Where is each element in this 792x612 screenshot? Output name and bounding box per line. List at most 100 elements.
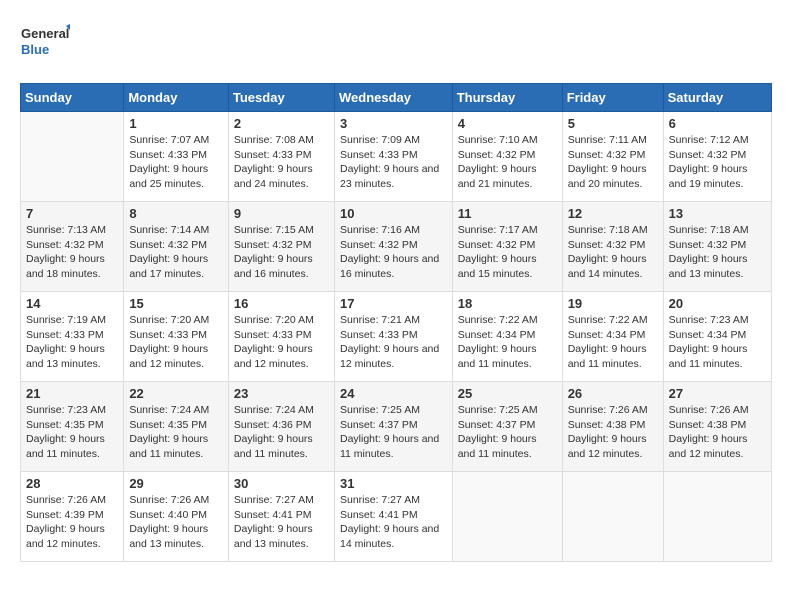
calendar-cell: 31 Sunrise: 7:27 AMSunset: 4:41 PMDayligh…	[334, 472, 452, 562]
calendar-cell	[663, 472, 771, 562]
day-number: 8	[129, 206, 223, 221]
calendar-cell: 4 Sunrise: 7:10 AMSunset: 4:32 PMDaylight…	[452, 112, 562, 202]
day-number: 15	[129, 296, 223, 311]
day-info: Sunrise: 7:09 AMSunset: 4:33 PMDaylight:…	[340, 133, 447, 192]
day-info: Sunrise: 7:15 AMSunset: 4:32 PMDaylight:…	[234, 223, 329, 282]
day-info: Sunrise: 7:10 AMSunset: 4:32 PMDaylight:…	[458, 133, 557, 192]
day-number: 1	[129, 116, 223, 131]
day-info: Sunrise: 7:07 AMSunset: 4:33 PMDaylight:…	[129, 133, 223, 192]
calendar-cell: 12Sunrise: 7:18 AMSunset: 4:32 PMDayligh…	[562, 202, 663, 292]
calendar-cell: 24 Sunrise: 7:25 AMSunset: 4:37 PMDayligh…	[334, 382, 452, 472]
logo-svg: General Blue	[20, 20, 70, 60]
top-row: General Blue	[20, 20, 772, 75]
calendar-cell	[21, 112, 124, 202]
calendar-week-4: 28 Sunrise: 7:26 AMSunset: 4:39 PMDayligh…	[21, 472, 772, 562]
day-info: Sunrise: 7:18 AMSunset: 4:32 PMDaylight:…	[669, 223, 766, 282]
calendar-cell: 7 Sunrise: 7:13 AMSunset: 4:32 PMDaylight…	[21, 202, 124, 292]
day-number: 21	[26, 386, 118, 401]
calendar-cell: 27 Sunrise: 7:26 AMSunset: 4:38 PMDayligh…	[663, 382, 771, 472]
day-info: Sunrise: 7:26 AMSunset: 4:38 PMDaylight:…	[568, 403, 658, 462]
day-number: 5	[568, 116, 658, 131]
day-info: Sunrise: 7:27 AMSunset: 4:41 PMDaylight:…	[340, 493, 447, 552]
day-number: 7	[26, 206, 118, 221]
calendar-cell: 3 Sunrise: 7:09 AMSunset: 4:33 PMDaylight…	[334, 112, 452, 202]
calendar-cell: 1 Sunrise: 7:07 AMSunset: 4:33 PMDaylight…	[124, 112, 229, 202]
calendar-cell: 28 Sunrise: 7:26 AMSunset: 4:39 PMDayligh…	[21, 472, 124, 562]
day-info: Sunrise: 7:26 AMSunset: 4:38 PMDaylight:…	[669, 403, 766, 462]
day-info: Sunrise: 7:13 AMSunset: 4:32 PMDaylight:…	[26, 223, 118, 282]
day-number: 11	[458, 206, 557, 221]
day-number: 17	[340, 296, 447, 311]
calendar-cell: 26 Sunrise: 7:26 AMSunset: 4:38 PMDayligh…	[562, 382, 663, 472]
calendar-cell: 30 Sunrise: 7:27 AMSunset: 4:41 PMDayligh…	[228, 472, 334, 562]
day-info: Sunrise: 7:27 AMSunset: 4:41 PMDaylight:…	[234, 493, 329, 552]
calendar-cell: 10 Sunrise: 7:16 AMSunset: 4:32 PMDayligh…	[334, 202, 452, 292]
header-day-monday: Monday	[124, 84, 229, 112]
day-info: Sunrise: 7:11 AMSunset: 4:32 PMDaylight:…	[568, 133, 658, 192]
day-number: 22	[129, 386, 223, 401]
calendar-cell: 6Sunrise: 7:12 AMSunset: 4:32 PMDaylight…	[663, 112, 771, 202]
calendar-cell: 25 Sunrise: 7:25 AMSunset: 4:37 PMDayligh…	[452, 382, 562, 472]
header-day-wednesday: Wednesday	[334, 84, 452, 112]
calendar-cell: 2Sunrise: 7:08 AMSunset: 4:33 PMDaylight…	[228, 112, 334, 202]
day-info: Sunrise: 7:21 AMSunset: 4:33 PMDaylight:…	[340, 313, 447, 372]
logo: General Blue	[20, 20, 76, 65]
day-info: Sunrise: 7:20 AMSunset: 4:33 PMDaylight:…	[234, 313, 329, 372]
calendar-cell: 19Sunrise: 7:22 AMSunset: 4:34 PMDayligh…	[562, 292, 663, 382]
day-number: 20	[669, 296, 766, 311]
day-info: Sunrise: 7:25 AMSunset: 4:37 PMDaylight:…	[340, 403, 447, 462]
calendar-week-1: 7 Sunrise: 7:13 AMSunset: 4:32 PMDaylight…	[21, 202, 772, 292]
calendar-cell: 14Sunrise: 7:19 AMSunset: 4:33 PMDayligh…	[21, 292, 124, 382]
calendar-cell: 20Sunrise: 7:23 AMSunset: 4:34 PMDayligh…	[663, 292, 771, 382]
day-number: 27	[669, 386, 766, 401]
day-info: Sunrise: 7:17 AMSunset: 4:32 PMDaylight:…	[458, 223, 557, 282]
header-day-friday: Friday	[562, 84, 663, 112]
calendar-cell: 5 Sunrise: 7:11 AMSunset: 4:32 PMDaylight…	[562, 112, 663, 202]
calendar-week-2: 14Sunrise: 7:19 AMSunset: 4:33 PMDayligh…	[21, 292, 772, 382]
day-number: 4	[458, 116, 557, 131]
day-number: 13	[669, 206, 766, 221]
header-day-tuesday: Tuesday	[228, 84, 334, 112]
calendar-cell: 9 Sunrise: 7:15 AMSunset: 4:32 PMDaylight…	[228, 202, 334, 292]
day-number: 31	[340, 476, 447, 491]
day-number: 3	[340, 116, 447, 131]
svg-text:General: General	[21, 26, 69, 41]
day-number: 25	[458, 386, 557, 401]
day-info: Sunrise: 7:19 AMSunset: 4:33 PMDaylight:…	[26, 313, 118, 372]
calendar-cell: 22Sunrise: 7:24 AMSunset: 4:35 PMDayligh…	[124, 382, 229, 472]
day-number: 9	[234, 206, 329, 221]
header-day-sunday: Sunday	[21, 84, 124, 112]
day-info: Sunrise: 7:26 AMSunset: 4:39 PMDaylight:…	[26, 493, 118, 552]
day-number: 24	[340, 386, 447, 401]
calendar-cell: 8 Sunrise: 7:14 AMSunset: 4:32 PMDaylight…	[124, 202, 229, 292]
day-number: 30	[234, 476, 329, 491]
calendar-cell: 15 Sunrise: 7:20 AMSunset: 4:33 PMDayligh…	[124, 292, 229, 382]
logo-graphic: General Blue	[20, 20, 70, 65]
day-number: 2	[234, 116, 329, 131]
day-info: Sunrise: 7:14 AMSunset: 4:32 PMDaylight:…	[129, 223, 223, 282]
day-number: 12	[568, 206, 658, 221]
day-info: Sunrise: 7:20 AMSunset: 4:33 PMDaylight:…	[129, 313, 223, 372]
calendar-week-0: 1 Sunrise: 7:07 AMSunset: 4:33 PMDaylight…	[21, 112, 772, 202]
day-number: 26	[568, 386, 658, 401]
day-number: 10	[340, 206, 447, 221]
calendar-cell: 23Sunrise: 7:24 AMSunset: 4:36 PMDayligh…	[228, 382, 334, 472]
calendar-cell: 11 Sunrise: 7:17 AMSunset: 4:32 PMDayligh…	[452, 202, 562, 292]
day-info: Sunrise: 7:22 AMSunset: 4:34 PMDaylight:…	[458, 313, 557, 372]
calendar-cell: 29 Sunrise: 7:26 AMSunset: 4:40 PMDayligh…	[124, 472, 229, 562]
calendar-cell	[452, 472, 562, 562]
calendar-cell: 13 Sunrise: 7:18 AMSunset: 4:32 PMDayligh…	[663, 202, 771, 292]
header-day-saturday: Saturday	[663, 84, 771, 112]
day-number: 29	[129, 476, 223, 491]
header-day-thursday: Thursday	[452, 84, 562, 112]
calendar-header: SundayMondayTuesdayWednesdayThursdayFrid…	[21, 84, 772, 112]
calendar-cell: 21Sunrise: 7:23 AMSunset: 4:35 PMDayligh…	[21, 382, 124, 472]
calendar-body: 1 Sunrise: 7:07 AMSunset: 4:33 PMDaylight…	[21, 112, 772, 562]
day-info: Sunrise: 7:12 AMSunset: 4:32 PMDaylight:…	[669, 133, 766, 192]
day-info: Sunrise: 7:25 AMSunset: 4:37 PMDaylight:…	[458, 403, 557, 462]
day-info: Sunrise: 7:24 AMSunset: 4:36 PMDaylight:…	[234, 403, 329, 462]
day-number: 28	[26, 476, 118, 491]
day-info: Sunrise: 7:16 AMSunset: 4:32 PMDaylight:…	[340, 223, 447, 282]
day-info: Sunrise: 7:22 AMSunset: 4:34 PMDaylight:…	[568, 313, 658, 372]
day-info: Sunrise: 7:26 AMSunset: 4:40 PMDaylight:…	[129, 493, 223, 552]
